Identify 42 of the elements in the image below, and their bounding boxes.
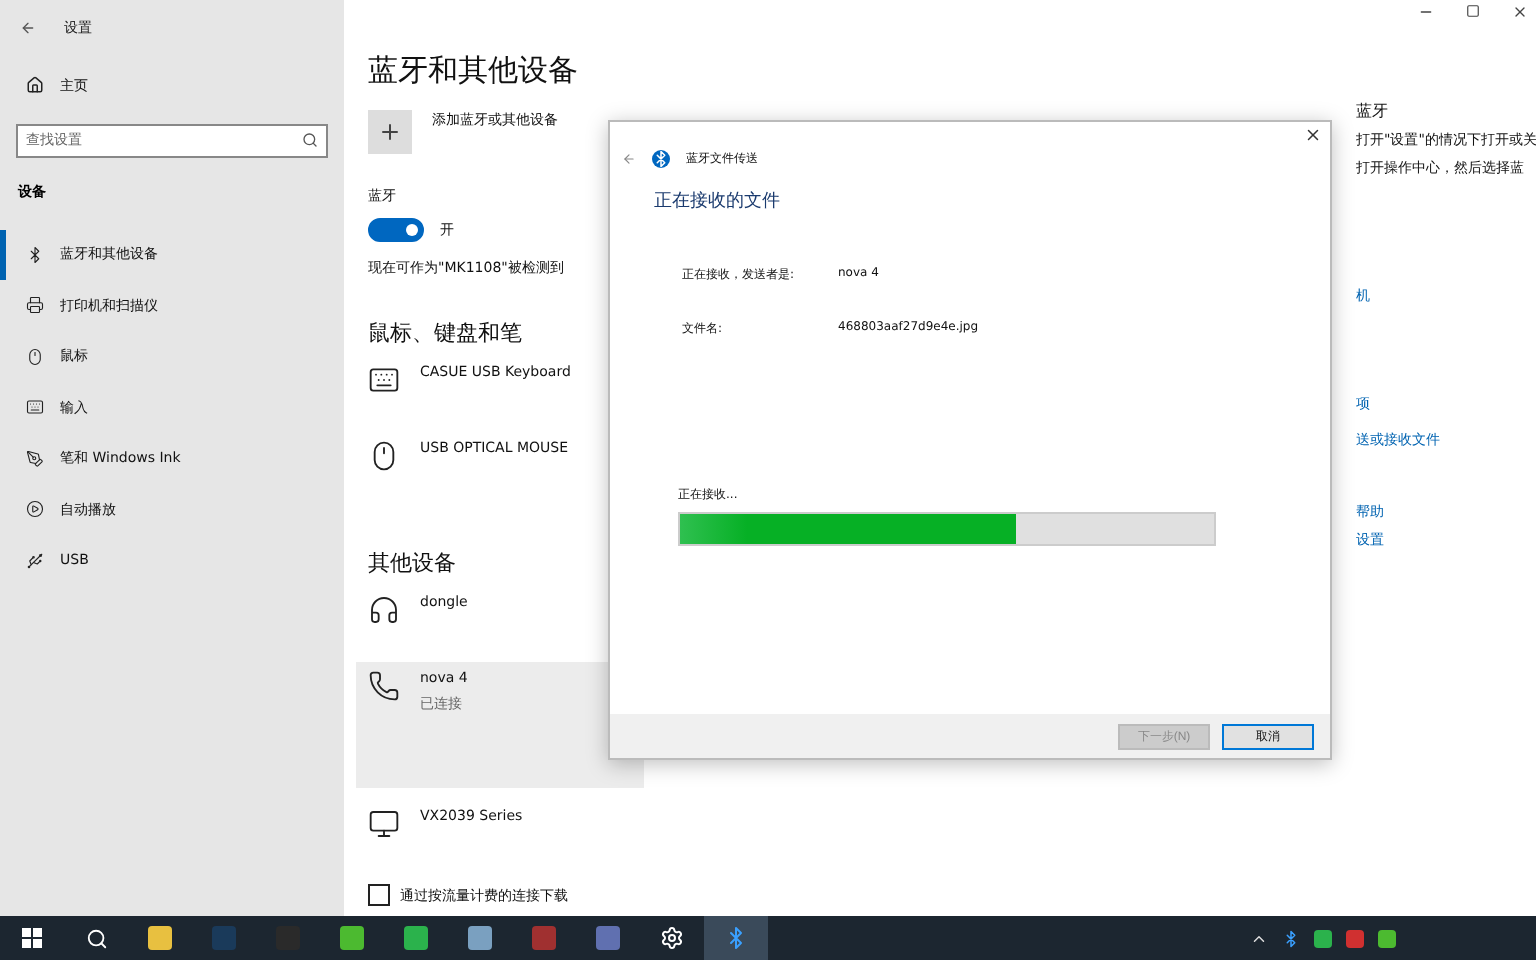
home-icon [26,76,44,95]
keyboard-icon [26,398,44,417]
bluetooth-icon[interactable] [1282,929,1300,947]
bluetooth-icon [26,245,44,264]
app-icon [148,926,172,950]
headset-icon [368,594,400,626]
settings-icon [660,926,684,950]
bluetooth-toggle[interactable] [368,218,424,242]
printer-icon [26,296,44,315]
close-button[interactable] [1304,126,1322,144]
mouse-icon [368,440,400,472]
monitor-icon [368,808,400,840]
bluetooth-icon [652,150,670,168]
maximize-icon[interactable] [1466,4,1481,18]
group-heading: 鼠标、键盘和笔 [368,318,522,348]
app-icon [404,926,428,950]
back-icon[interactable] [622,152,636,166]
windows-icon [22,928,42,948]
keyboard-icon [368,364,400,396]
close-icon [1304,126,1322,144]
mouse-icon [26,347,44,366]
app-icon [596,926,620,950]
app-icon [340,926,364,950]
bluetooth-icon [724,926,748,950]
phone-icon [368,670,400,702]
close-icon[interactable] [1512,4,1529,20]
pen-icon [26,449,44,468]
app-icon [468,926,492,950]
page-title: 蓝牙和其他设备 [368,52,578,90]
back-icon[interactable] [20,20,36,36]
metered-checkbox[interactable] [368,884,390,906]
search-icon [85,927,107,949]
app-icon [212,926,236,950]
app-icon [532,926,556,950]
add-device-button[interactable] [368,110,412,154]
usb-icon [26,551,44,570]
plus-icon [378,120,402,144]
play-icon [26,500,44,519]
dialog-heading: 正在接收的文件 [654,189,782,214]
group-heading: 其他设备 [368,548,456,578]
side-heading: 蓝牙 [1356,100,1388,122]
search-icon [302,131,318,147]
